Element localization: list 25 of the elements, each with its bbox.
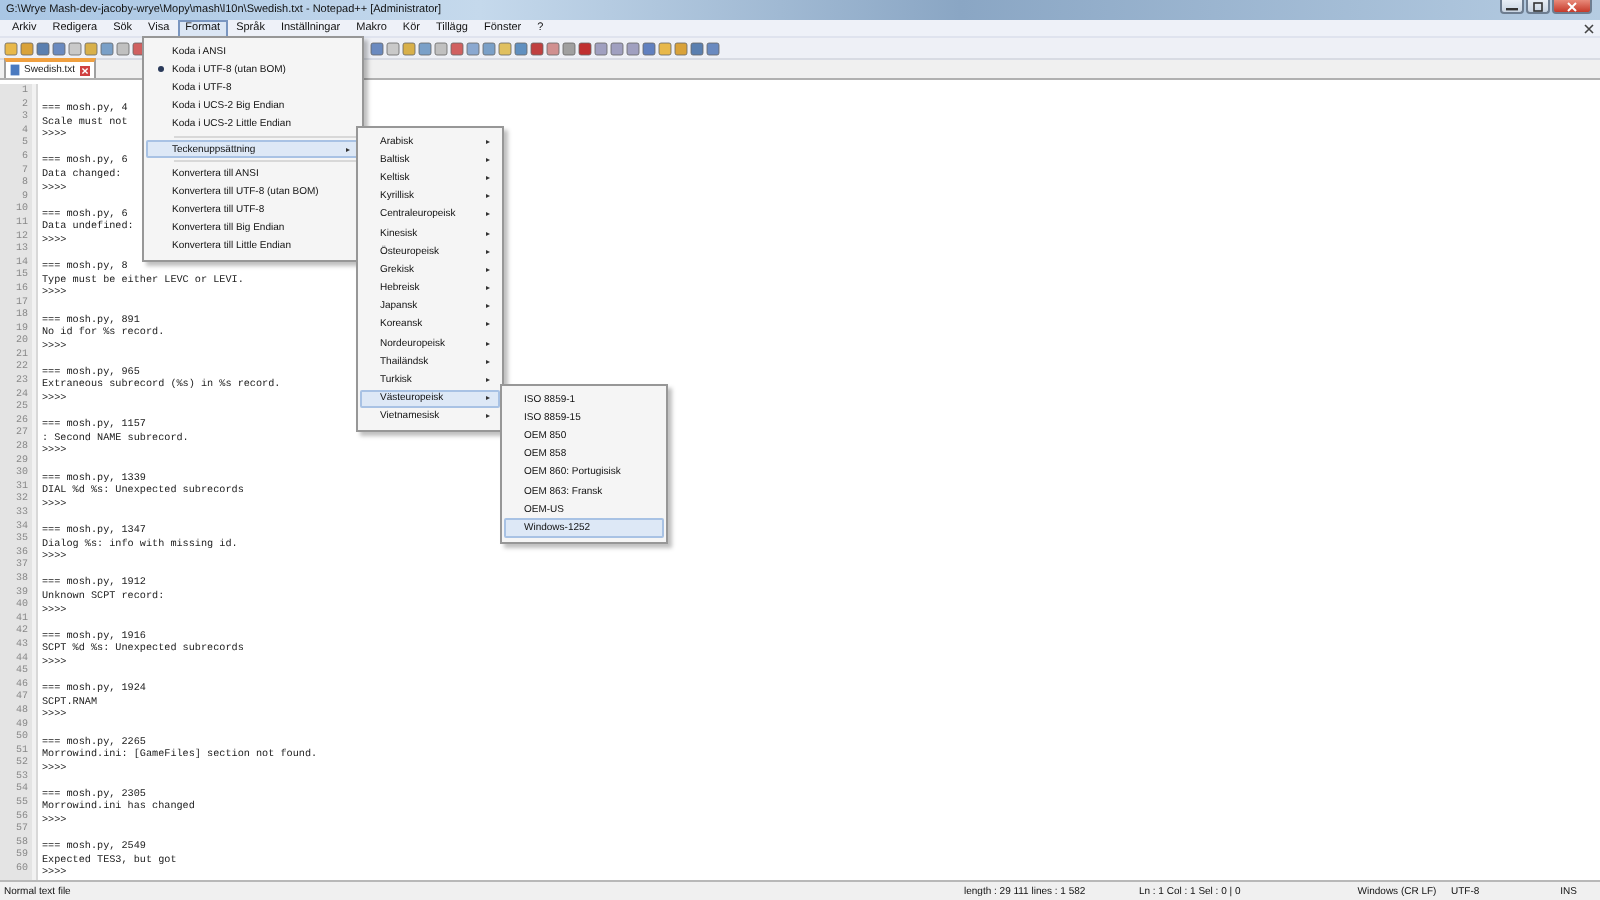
file-icon xyxy=(10,64,20,76)
submenu-arrow-icon xyxy=(486,175,490,180)
submenu-arrow-icon xyxy=(486,139,490,144)
minimize-button[interactable] xyxy=(1500,0,1524,14)
maximize-icon xyxy=(1530,1,1546,11)
submenu-arrow-icon xyxy=(486,341,490,346)
submenu-arrow-icon xyxy=(486,304,490,309)
submenu-arrow-icon xyxy=(486,396,490,401)
submenu-arrow-icon xyxy=(486,286,490,291)
submenu-arrow-icon xyxy=(486,249,490,254)
submenu-arrow-icon xyxy=(486,359,490,364)
submenu-arrow-icon xyxy=(346,147,350,152)
close-document-icon[interactable] xyxy=(1584,23,1594,33)
submenu-arrow-icon xyxy=(486,157,490,162)
submenu-arrow-icon xyxy=(486,212,490,217)
submenu-arrow-icon xyxy=(486,231,490,236)
submenu-arrow-icon xyxy=(486,378,490,383)
submenu-arrow-icon xyxy=(486,414,490,419)
submenu-arrow-icon xyxy=(486,194,490,199)
close-button[interactable] xyxy=(1552,0,1592,14)
maximize-button[interactable] xyxy=(1526,0,1550,14)
submenu-arrow-icon xyxy=(486,322,490,327)
close-icon[interactable] xyxy=(79,65,90,75)
submenu-arrow-icon xyxy=(486,267,490,272)
close-icon xyxy=(1564,1,1580,11)
